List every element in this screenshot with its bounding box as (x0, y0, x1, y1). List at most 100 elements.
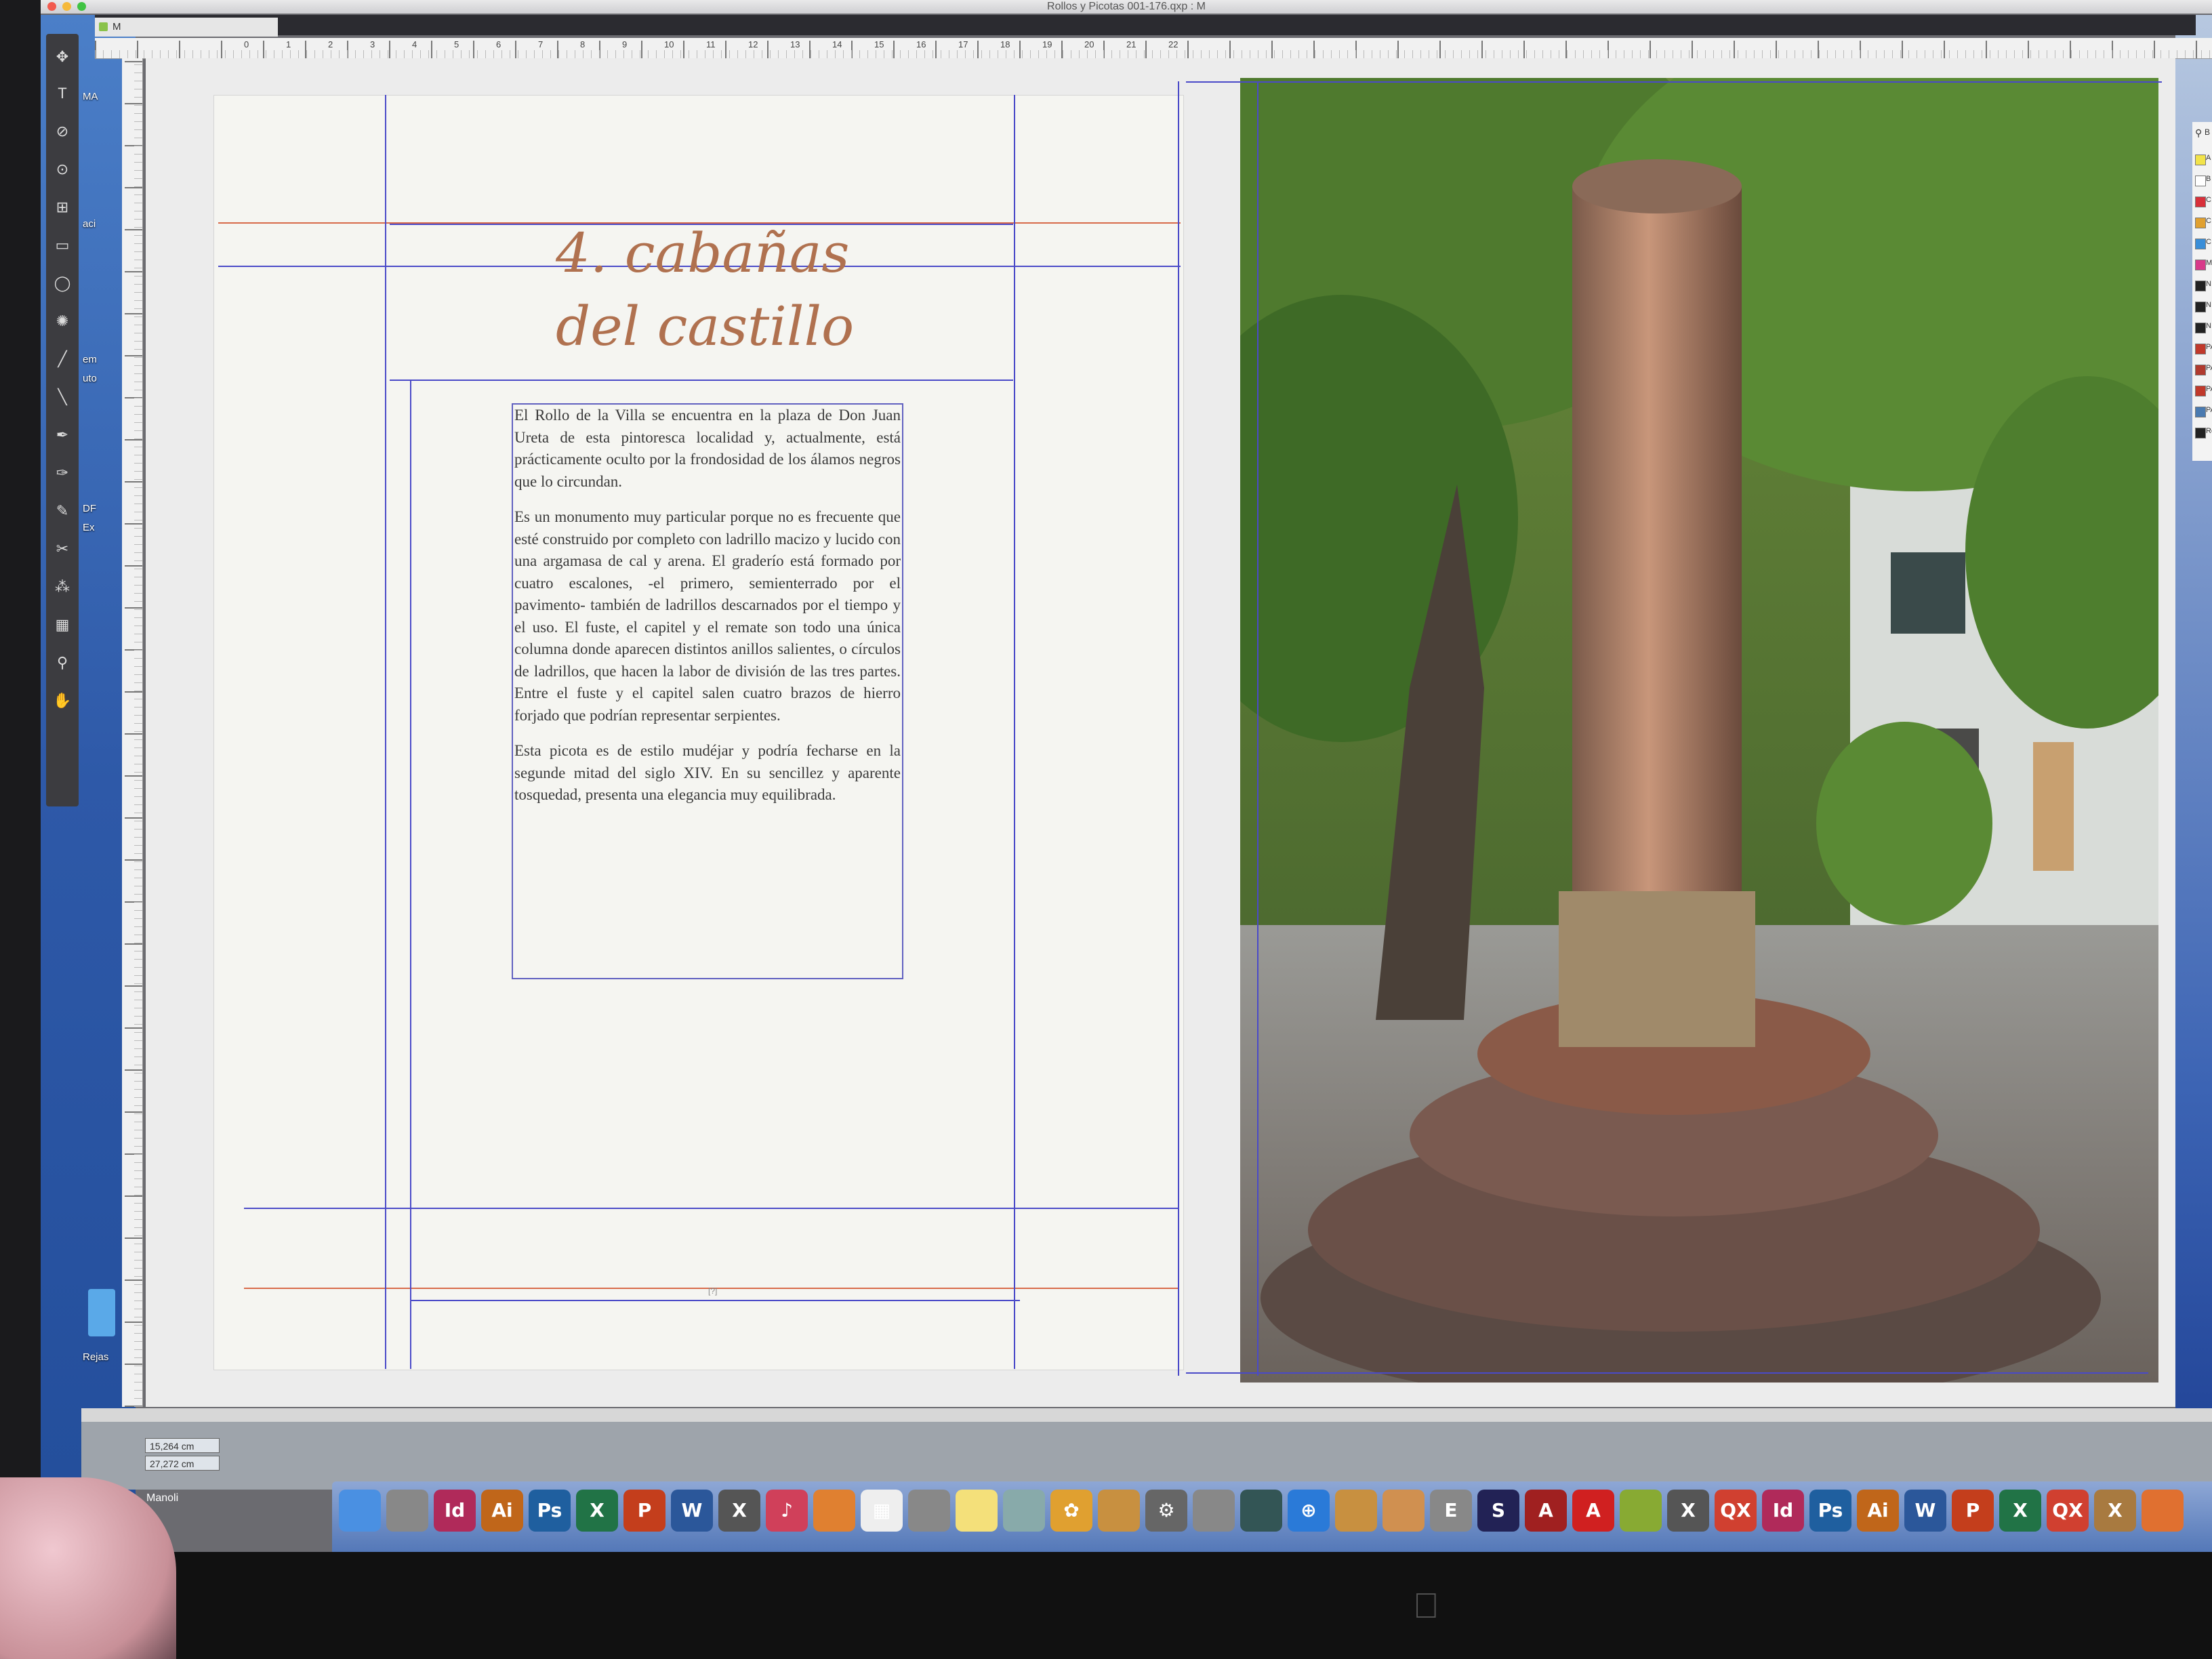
ruler-label: 13 (790, 39, 800, 49)
dock-app-icon[interactable] (908, 1490, 950, 1532)
dock-app-icon[interactable]: S (1477, 1490, 1519, 1532)
window-title: Rollos y Picotas 001-176.qxp : M (1047, 1, 1206, 12)
swatch-item[interactable]: PA (2192, 363, 2212, 377)
dock-app-icon[interactable] (2142, 1490, 2184, 1532)
dock-app-icon[interactable]: X (718, 1490, 760, 1532)
folder-icon[interactable] (88, 1289, 115, 1336)
ruler-label: 0 (244, 39, 249, 49)
swatch-item[interactable]: PA (2192, 384, 2212, 398)
ruler-label: 19 (1042, 39, 1052, 49)
dock-app-icon[interactable]: W (671, 1490, 713, 1532)
dock-app-icon[interactable] (1193, 1490, 1235, 1532)
tab-document[interactable]: M (95, 18, 278, 37)
pen-tool-icon[interactable]: ✒ (53, 426, 72, 445)
dock-app-icon[interactable] (1003, 1490, 1045, 1532)
dock-app-icon[interactable]: ⊕ (1288, 1490, 1330, 1532)
picture-box-frame (1186, 81, 2162, 83)
dock-app-icon[interactable]: W (1904, 1490, 1946, 1532)
hand-tool-icon[interactable]: ✋ (53, 691, 72, 710)
search-icon[interactable]: ⚲ (2195, 127, 2202, 139)
chapter-heading[interactable]: 4. cabañas del castillo (556, 217, 908, 363)
link-tool-icon[interactable]: ⊘ (53, 122, 72, 141)
dock-app-icon[interactable]: ✿ (1050, 1490, 1092, 1532)
line-tool-icon[interactable]: ╲ (53, 388, 72, 407)
line-tool-icon[interactable]: ╱ (53, 350, 72, 369)
swatch-item[interactable]: PA (2192, 342, 2212, 356)
x-coordinate-field[interactable]: 15,264 cm (145, 1438, 220, 1453)
ellipse-tool-icon[interactable]: ◯ (53, 274, 72, 293)
dock-app-icon[interactable]: Ai (1857, 1490, 1899, 1532)
move-tool-icon[interactable]: ✥ (53, 47, 72, 66)
dock-app-icon[interactable] (1382, 1490, 1425, 1532)
dock-app-icon[interactable]: X (2094, 1490, 2136, 1532)
swatch-item[interactable]: M (2192, 258, 2212, 272)
body-text-box[interactable]: El Rollo de la Villa se encuentra en la … (512, 403, 903, 979)
dock-app-icon[interactable]: Id (1762, 1490, 1804, 1532)
swatch-item[interactable]: N (2192, 300, 2212, 314)
swatch-label: C (2206, 238, 2211, 246)
dock-app-icon[interactable] (956, 1490, 998, 1532)
y-coordinate-field[interactable]: 27,272 cm (145, 1456, 220, 1471)
dock-app-icon[interactable]: A (1525, 1490, 1567, 1532)
dock-app-icon[interactable]: X (1667, 1490, 1709, 1532)
scissors-tool-icon[interactable]: ✂ (53, 539, 72, 558)
swatch-item[interactable]: C (2192, 216, 2212, 230)
dock-app-icon[interactable]: P (1952, 1490, 1994, 1532)
dock-app-icon[interactable]: ▦ (861, 1490, 903, 1532)
rollo-column-photo (1240, 78, 2158, 1382)
dock-app-icon[interactable] (1620, 1490, 1662, 1532)
zoom-icon[interactable] (77, 2, 86, 11)
dock-app-icon[interactable] (813, 1490, 855, 1532)
desktop-label[interactable]: Rejas (83, 1351, 108, 1363)
crop-tool-icon[interactable]: ⊞ (53, 198, 72, 217)
swatch-label: PA (2206, 364, 2212, 372)
table-tool-icon[interactable]: ▦ (53, 615, 72, 634)
close-icon[interactable] (47, 2, 56, 11)
photo-picture-box[interactable] (1240, 78, 2158, 1382)
desktop-label: aci (83, 218, 96, 230)
dock-app-icon[interactable]: E (1430, 1490, 1472, 1532)
swatch-item[interactable]: C (2192, 237, 2212, 251)
dock-app-icon[interactable]: ⚙ (1145, 1490, 1187, 1532)
swatch-item[interactable]: N (2192, 321, 2212, 335)
dock-app-icon[interactable]: X (1999, 1490, 2041, 1532)
text-tool-icon[interactable]: T (53, 84, 72, 103)
minimize-icon[interactable] (62, 2, 71, 11)
swatch-label: PA (2206, 343, 2212, 351)
eyedropper-tool-icon[interactable]: ⁂ (53, 577, 72, 596)
dock-app-icon[interactable]: P (623, 1490, 665, 1532)
page-number-box[interactable]: [?] (708, 1286, 717, 1296)
ruler-label: 5 (454, 39, 459, 49)
swatch-search-field[interactable]: B (2205, 127, 2210, 137)
dock-app-icon[interactable]: Ai (481, 1490, 523, 1532)
unlink-tool-icon[interactable]: ⊙ (53, 160, 72, 179)
colors-palette: ⚲ B A B C C C M N N N PA PA PA PA Re (2192, 122, 2212, 461)
swatch-item[interactable]: PA (2192, 405, 2212, 419)
star-tool-icon[interactable]: ✺ (53, 312, 72, 331)
dock-app-icon[interactable] (1098, 1490, 1140, 1532)
zoom-tool-icon[interactable]: ⚲ (53, 653, 72, 672)
dock-app-icon[interactable]: A (1572, 1490, 1614, 1532)
dock-app-icon[interactable]: Id (434, 1490, 476, 1532)
swatch-item[interactable]: C (2192, 195, 2212, 209)
pen-add-tool-icon[interactable]: ✑ (53, 464, 72, 483)
ruler-label: 17 (958, 39, 968, 49)
dock-app-icon[interactable] (386, 1490, 428, 1532)
dock-app-icon[interactable]: QX (1715, 1490, 1757, 1532)
dock-app-icon[interactable] (1335, 1490, 1377, 1532)
ruler-label: 6 (496, 39, 501, 49)
ruler-label: 9 (622, 39, 628, 49)
pen-remove-tool-icon[interactable]: ✎ (53, 501, 72, 520)
dock-app-icon[interactable]: ♪ (766, 1490, 808, 1532)
swatch-item[interactable]: A (2192, 153, 2212, 167)
dock-app-icon[interactable]: QX (2047, 1490, 2089, 1532)
dock-app-icon[interactable]: X (576, 1490, 618, 1532)
dock-app-icon[interactable] (339, 1490, 381, 1532)
dock-app-icon[interactable]: Ps (529, 1490, 571, 1532)
swatch-item[interactable]: N (2192, 279, 2212, 293)
swatch-item[interactable]: B (2192, 174, 2212, 188)
dock-app-icon[interactable] (1240, 1490, 1282, 1532)
rectangle-tool-icon[interactable]: ▭ (53, 236, 72, 255)
dock-app-icon[interactable]: Ps (1809, 1490, 1851, 1532)
swatch-item[interactable]: Re (2192, 426, 2212, 440)
